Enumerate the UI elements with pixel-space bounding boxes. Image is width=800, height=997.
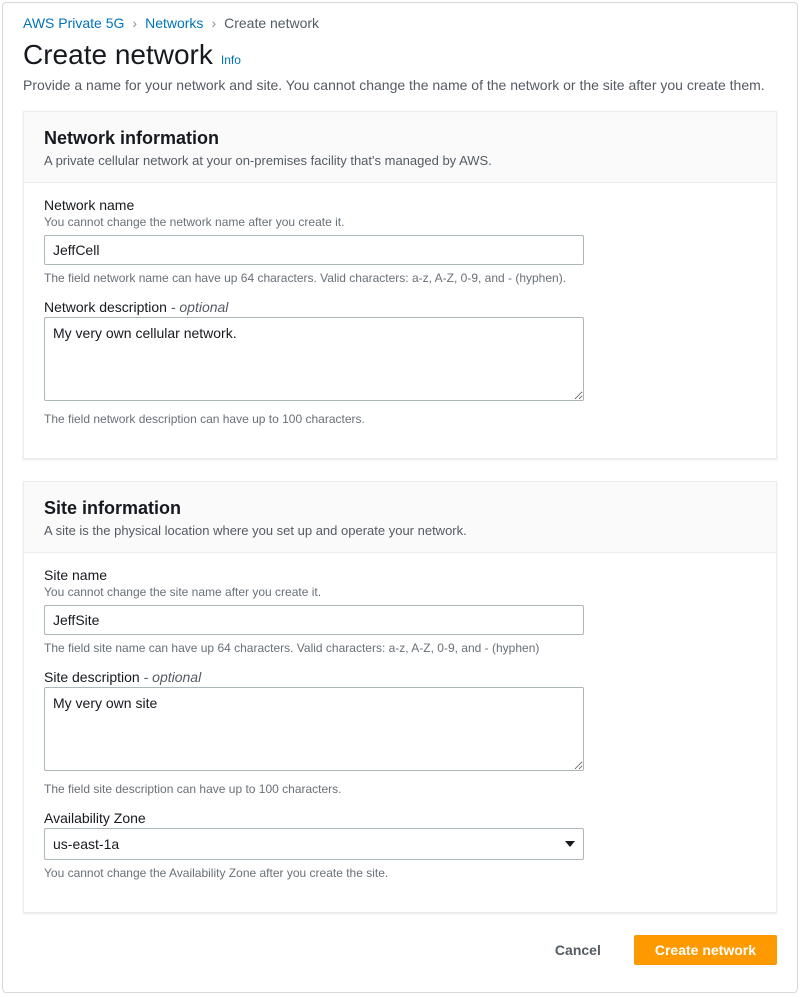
availability-zone-field: Availability Zone us-east-1a You cannot … [44, 810, 756, 880]
network-description-textarea[interactable] [44, 317, 584, 401]
site-information-panel: Site information A site is the physical … [23, 481, 777, 913]
availability-zone-select[interactable]: us-east-1a [44, 828, 584, 860]
network-name-hint-bottom: The field network name can have up 64 ch… [44, 271, 756, 285]
create-network-button[interactable]: Create network [634, 935, 777, 965]
network-description-label: Network description - optional [44, 299, 756, 315]
page-title: Create network Info [23, 39, 777, 71]
chevron-right-icon: › [211, 15, 216, 31]
network-description-label-text: Network description [44, 299, 167, 315]
site-name-label: Site name [44, 567, 756, 583]
site-description-hint: The field site description can have up t… [44, 782, 756, 796]
site-name-field: Site name You cannot change the site nam… [44, 567, 756, 655]
availability-zone-hint: You cannot change the Availability Zone … [44, 866, 756, 880]
breadcrumb-current: Create network [224, 15, 319, 31]
availability-zone-value: us-east-1a [53, 836, 119, 852]
cancel-button[interactable]: Cancel [534, 935, 622, 965]
page-description: Provide a name for your network and site… [23, 77, 777, 93]
page-title-text: Create network [23, 39, 213, 71]
network-name-input[interactable] [44, 235, 584, 265]
site-description-field: Site description - optional The field si… [44, 669, 756, 796]
footer-actions: Cancel Create network [23, 935, 777, 965]
info-link[interactable]: Info [221, 53, 241, 67]
site-name-hint-bottom: The field site name can have up 64 chara… [44, 641, 756, 655]
optional-suffix: - optional [140, 669, 201, 685]
network-panel-title: Network information [44, 128, 756, 149]
site-panel-subtitle: A site is the physical location where yo… [44, 523, 756, 538]
network-name-hint-top: You cannot change the network name after… [44, 215, 756, 229]
network-name-label: Network name [44, 197, 756, 213]
network-panel-subtitle: A private cellular network at your on-pr… [44, 153, 756, 168]
site-panel-title: Site information [44, 498, 756, 519]
site-name-input[interactable] [44, 605, 584, 635]
site-description-label-text: Site description [44, 669, 140, 685]
caret-down-icon [565, 841, 575, 847]
site-description-label: Site description - optional [44, 669, 756, 685]
breadcrumb: AWS Private 5G › Networks › Create netwo… [23, 15, 777, 31]
breadcrumb-link-service[interactable]: AWS Private 5G [23, 15, 124, 31]
optional-suffix: - optional [167, 299, 228, 315]
network-description-hint: The field network description can have u… [44, 412, 756, 426]
network-description-field: Network description - optional The field… [44, 299, 756, 426]
chevron-right-icon: › [132, 15, 137, 31]
availability-zone-label: Availability Zone [44, 810, 756, 826]
site-name-hint-top: You cannot change the site name after yo… [44, 585, 756, 599]
network-name-field: Network name You cannot change the netwo… [44, 197, 756, 285]
breadcrumb-link-networks[interactable]: Networks [145, 15, 203, 31]
network-information-panel: Network information A private cellular n… [23, 111, 777, 459]
site-description-textarea[interactable] [44, 687, 584, 771]
